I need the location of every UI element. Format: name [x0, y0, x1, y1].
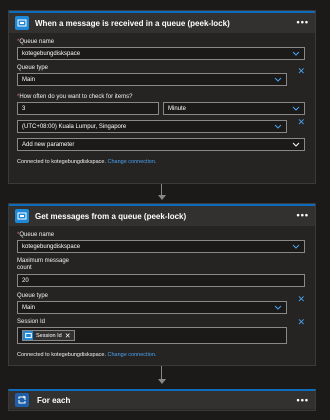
interval-input[interactable]: 3 — [17, 102, 159, 115]
chevron-down-icon — [274, 305, 282, 310]
close-icon[interactable]: ✕ — [297, 295, 305, 304]
max-count-label: Maximum message count — [17, 258, 70, 271]
chevron-down-icon — [292, 142, 300, 147]
queue-name-label: *Queue name — [17, 232, 55, 238]
service-bus-icon — [15, 16, 29, 30]
get-messages-title: Get messages from a queue (peek-lock) — [35, 211, 187, 221]
queue-type-value: Main — [22, 304, 36, 311]
change-connection-link[interactable]: Change connection. — [108, 159, 157, 165]
chevron-down-icon — [292, 106, 300, 111]
session-id-label: Session Id — [17, 319, 46, 325]
session-id-token-label: Session Id — [36, 332, 62, 339]
trigger-card: When a message is received in a queue (p… — [8, 10, 316, 184]
connection-info: Connected to kotegebungdiskspace. Change… — [17, 159, 157, 165]
get-messages-card: Get messages from a queue (peek-lock) ••… — [8, 203, 316, 366]
frequency-select[interactable]: Minute — [163, 102, 305, 115]
frequency-value: Minute — [168, 105, 187, 112]
service-bus-icon — [23, 331, 33, 340]
queue-type-value: Main — [22, 76, 36, 83]
queue-name-select[interactable]: kotegebungdiskspace — [17, 47, 305, 60]
designer-canvas: When a message is received in a queue (p… — [0, 0, 330, 420]
change-connection-link[interactable]: Change connection. — [108, 352, 157, 358]
queue-type-label: Queue type — [17, 293, 49, 299]
service-bus-icon — [15, 209, 29, 223]
timezone-select[interactable]: (UTC+08:00) Kuala Lumpur, Singapore — [17, 120, 287, 133]
queue-type-label: Queue type — [17, 65, 49, 71]
queue-name-select[interactable]: kotegebungdiskspace — [17, 240, 305, 253]
add-parameter-select[interactable]: Add new parameter — [17, 138, 305, 151]
connector-line — [161, 366, 162, 380]
timezone-value: (UTC+08:00) Kuala Lumpur, Singapore — [22, 123, 127, 130]
queue-name-value: kotegebungdiskspace — [22, 50, 81, 57]
trigger-card-header[interactable]: When a message is received in a queue (p… — [9, 11, 315, 33]
close-icon[interactable]: ✕ — [297, 318, 305, 327]
max-count-value: 20 — [22, 277, 29, 284]
close-icon[interactable]: ✕ — [65, 332, 71, 340]
close-icon[interactable]: ✕ — [297, 118, 305, 127]
session-id-token[interactable]: Session Id ✕ — [22, 330, 75, 341]
get-messages-body: *Queue name kotegebungdiskspace Maximum … — [9, 226, 315, 364]
trigger-title: When a message is received in a queue (p… — [35, 18, 230, 28]
close-icon[interactable]: ✕ — [297, 67, 305, 76]
chevron-down-icon — [274, 124, 282, 129]
connector-arrow — [158, 379, 166, 384]
queue-name-value: kotegebungdiskspace — [22, 243, 81, 250]
connection-info: Connected to kotegebungdiskspace. Change… — [17, 352, 157, 358]
chevron-down-icon — [292, 51, 300, 56]
for-each-card[interactable]: For each ••• — [8, 389, 316, 411]
max-count-input[interactable]: 20 — [17, 274, 305, 287]
queue-name-label: *Queue name — [17, 39, 55, 45]
queue-type-select[interactable]: Main — [17, 301, 287, 314]
chevron-down-icon — [274, 77, 282, 82]
for-each-title: For each — [37, 395, 71, 405]
chevron-down-icon — [292, 244, 300, 249]
interval-label: *How often do you want to check for item… — [17, 94, 133, 100]
more-icon[interactable]: ••• — [297, 396, 309, 405]
queue-type-select[interactable]: Main — [17, 73, 287, 86]
more-icon[interactable]: ••• — [297, 18, 309, 27]
get-messages-header[interactable]: Get messages from a queue (peek-lock) ••… — [9, 204, 315, 226]
more-icon[interactable]: ••• — [297, 211, 309, 220]
session-id-input[interactable]: Session Id ✕ — [17, 327, 287, 344]
loop-icon — [15, 393, 29, 407]
add-parameter-label: Add new parameter — [22, 141, 75, 148]
trigger-body: *Queue name kotegebungdiskspace Queue ty… — [9, 33, 315, 171]
interval-value: 3 — [22, 105, 26, 112]
connector-arrow — [158, 195, 166, 200]
